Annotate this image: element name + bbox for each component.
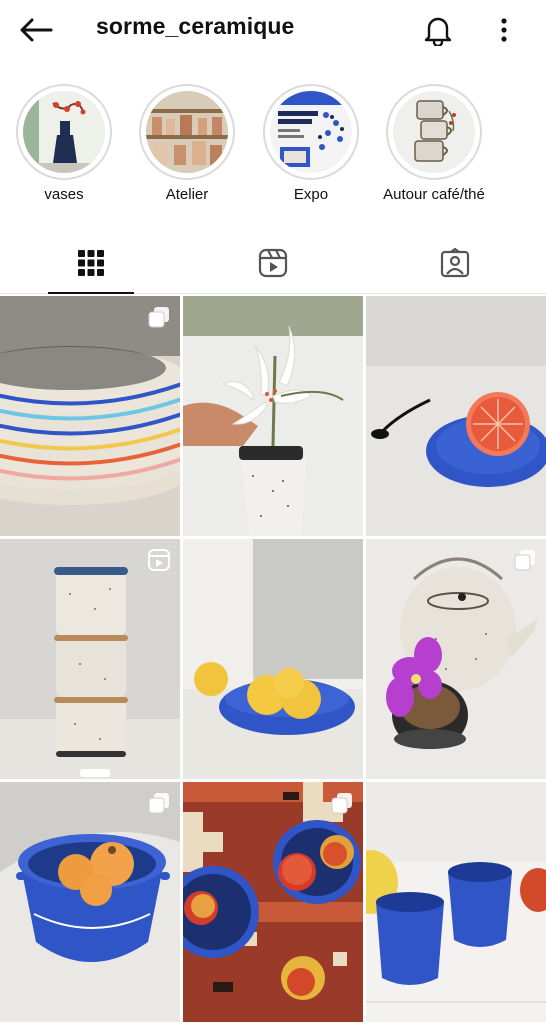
- post-thumbnail[interactable]: [366, 296, 546, 536]
- post-thumbnail[interactable]: [366, 539, 546, 779]
- carousel-icon: [148, 793, 169, 814]
- more-options-button[interactable]: [486, 10, 522, 50]
- bell-icon: [424, 17, 452, 46]
- reels-icon: [258, 248, 288, 277]
- highlight-autour-cafe-the[interactable]: Autour café/thé: [374, 84, 494, 203]
- grid-icon: [78, 249, 104, 276]
- highlight-label: Autour café/thé: [383, 186, 485, 203]
- post-thumbnail[interactable]: [0, 296, 180, 536]
- tagged-icon: [440, 247, 470, 277]
- carousel-icon: [331, 793, 352, 814]
- highlight-cover-vases: [23, 91, 105, 173]
- carousel-icon: [148, 307, 169, 328]
- carousel-icon: [514, 550, 535, 571]
- tab-tagged[interactable]: [364, 232, 546, 293]
- highlight-ring: [139, 84, 235, 180]
- highlight-ring: [263, 84, 359, 180]
- post-thumbnail[interactable]: [0, 539, 180, 779]
- highlight-ring: [16, 84, 112, 180]
- highlight-label: vases: [44, 186, 84, 203]
- posts-grid: [0, 296, 546, 1024]
- notifications-button[interactable]: [418, 10, 458, 50]
- highlight-label: Atelier: [165, 186, 209, 203]
- story-highlights: vases Atelier Expo Autour café/thé: [0, 84, 546, 214]
- highlight-cover-expo: [270, 91, 352, 173]
- post-thumbnail[interactable]: [183, 782, 363, 1022]
- post-thumbnail[interactable]: [0, 782, 180, 1022]
- highlight-vases[interactable]: vases: [4, 84, 124, 203]
- tab-grid[interactable]: [0, 232, 182, 294]
- highlight-cover-cafe-the: [393, 91, 475, 173]
- arrow-left-icon: [20, 18, 53, 42]
- tab-reels[interactable]: [182, 232, 364, 293]
- highlight-atelier[interactable]: Atelier: [127, 84, 247, 203]
- highlight-label: Expo: [293, 186, 329, 203]
- reels-badge-icon: [148, 549, 170, 571]
- post-thumbnail[interactable]: [183, 539, 363, 779]
- post-thumbnail[interactable]: [183, 296, 363, 536]
- highlight-ring: [386, 84, 482, 180]
- profile-tabs: [0, 232, 546, 294]
- top-bar: sorme_ceramique: [0, 0, 546, 60]
- highlight-expo[interactable]: Expo: [251, 84, 371, 203]
- back-button[interactable]: [14, 12, 58, 48]
- profile-username: sorme_ceramique: [96, 13, 295, 39]
- post-thumbnail[interactable]: [366, 782, 546, 1022]
- more-vertical-icon: [501, 18, 507, 42]
- highlight-cover-atelier: [146, 91, 228, 173]
